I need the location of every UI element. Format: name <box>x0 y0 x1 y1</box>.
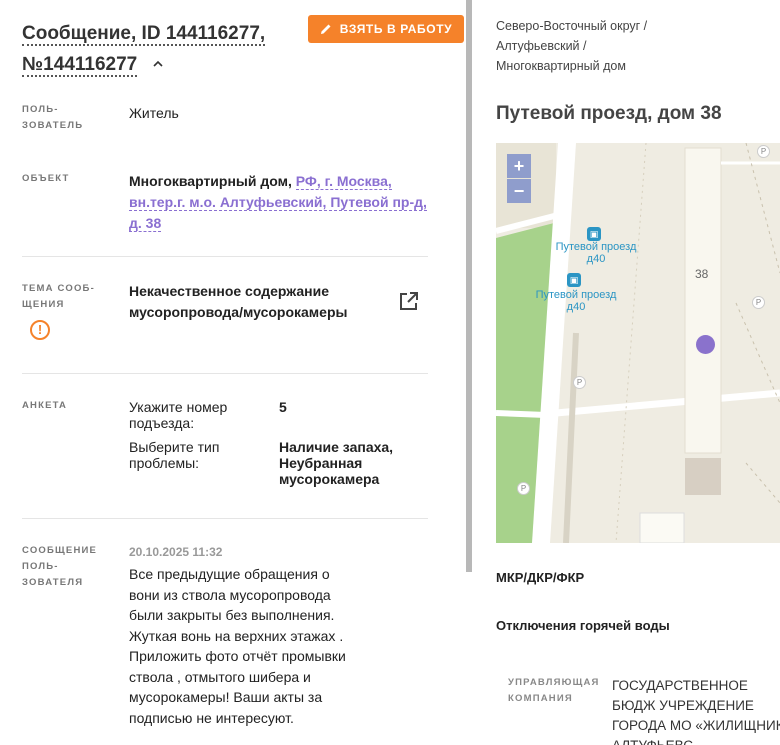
map-background <box>496 143 780 543</box>
management-company-label: УПРАВЛЯЮЩАЯ КОМПАНИЯ <box>508 677 600 704</box>
management-company-name: ГОСУДАРСТВЕННОЕ БЮДЖ УЧРЕЖДЕНИЕ ГОРОДА М… <box>612 678 780 745</box>
form-answer: Наличие запаха, Неубранная мусорокамера <box>279 439 394 487</box>
parking-icon: P <box>573 376 586 389</box>
bus-stop-icon[interactable]: ▣ <box>567 273 581 287</box>
breadcrumb-district[interactable]: Северо-Восточный округ / <box>496 16 647 36</box>
topic-value: Некачественное содержание мусоропровода/… <box>129 283 348 320</box>
parking-icon: P <box>517 482 530 495</box>
take-to-work-button[interactable]: ВЗЯТЬ В РАБОТУ <box>308 15 464 43</box>
address-title: Путевой проезд, дом 38 <box>496 103 722 124</box>
management-company-value: ГОСУДАРСТВЕННОЕ БЮДЖ УЧРЕЖДЕНИЕ ГОРОДА М… <box>612 676 780 745</box>
topic-label: ТЕМА СООБ- ЩЕНИЯ <box>22 283 95 310</box>
breadcrumb-area[interactable]: Алтуфьевский / <box>496 36 587 56</box>
message-date: 20.10.2025 11:32 <box>129 545 223 559</box>
bus-stop-label: Путевой проезд д40 <box>555 241 637 265</box>
user-message-label: СООБЩЕНИЕ ПОЛЬ- ЗОВАТЕЛЯ <box>22 545 98 588</box>
user-label: ПОЛЬ- ЗОВАТЕЛЬ <box>22 104 84 131</box>
building-number: 38 <box>695 267 709 281</box>
breadcrumb-type[interactable]: Многоквартирный дом <box>496 56 626 76</box>
object-label: ОБЪЕКТ <box>22 173 70 184</box>
message-text: Все предыдущие обращения о вони из ствол… <box>129 566 346 726</box>
map[interactable]: + − ▣ Путевой проезд д40 ▣ Путевой проез… <box>496 143 780 543</box>
bus-stop-icon[interactable]: ▣ <box>587 227 601 241</box>
location-marker[interactable] <box>696 335 715 354</box>
section-title[interactable]: МКР/ДКР/ФКР <box>496 570 584 585</box>
message-title[interactable]: Сообщение, ID 144116277, №144116277 <box>22 18 297 80</box>
pencil-icon <box>320 24 331 34</box>
form-question: Укажите номер подъезда: <box>129 399 228 431</box>
take-to-work-label: ВЗЯТЬ В РАБОТУ <box>339 22 453 36</box>
divider <box>22 256 428 257</box>
bus-stop-label: Путевой проезд д40 <box>535 289 617 313</box>
app-root: Сообщение, ID 144116277, №144116277 ВЗЯТ… <box>0 0 780 745</box>
external-link-icon[interactable] <box>399 291 419 311</box>
message-panel: Сообщение, ID 144116277, №144116277 ВЗЯТ… <box>0 0 466 745</box>
divider <box>22 373 428 374</box>
object-type: Многоквартирный дом, <box>129 173 292 189</box>
form-question: Выберите тип проблемы: <box>129 439 220 471</box>
parking-icon: P <box>757 145 770 158</box>
divider <box>22 518 428 519</box>
parking-icon: P <box>752 296 765 309</box>
section-title[interactable]: Отключения горячей воды <box>496 618 670 633</box>
form-label: АНКЕТА <box>22 400 68 411</box>
zoom-out-button[interactable]: − <box>507 179 531 203</box>
zoom-in-button[interactable]: + <box>507 154 531 178</box>
user-value: Житель <box>129 105 179 121</box>
message-title-text: Сообщение, ID 144116277, №144116277 <box>22 23 266 77</box>
warning-icon: ! <box>30 320 50 340</box>
form-answer: 5 <box>279 399 287 415</box>
object-value: Многоквартирный дом, РФ, г. Москва, вн.т… <box>129 171 429 234</box>
chevron-up-icon[interactable] <box>152 59 163 69</box>
location-panel: Северо-Восточный округ / Алтуфьевский / … <box>472 0 780 745</box>
